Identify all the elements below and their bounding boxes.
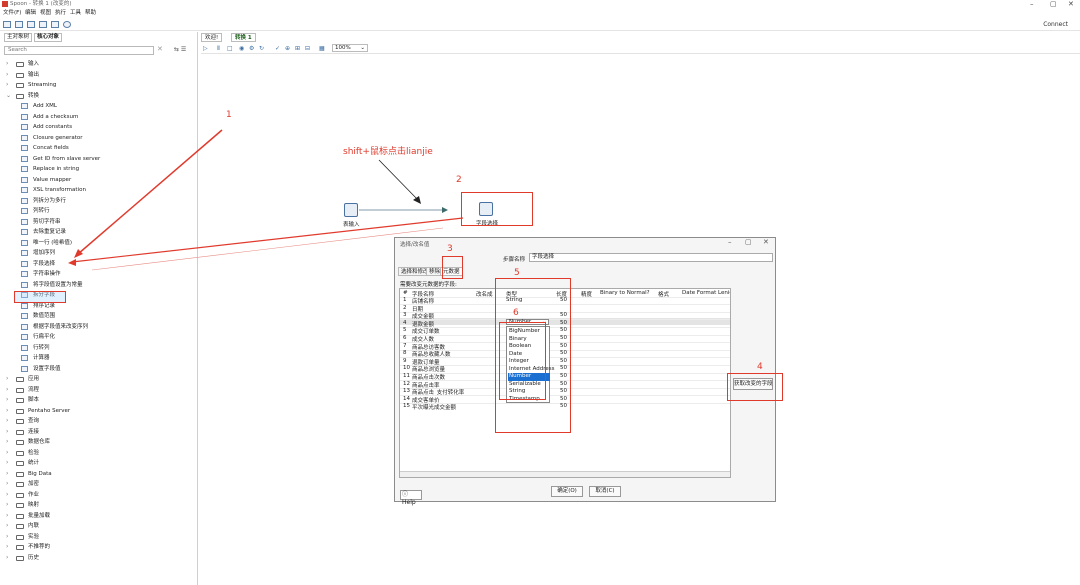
annotation-box-step — [461, 192, 533, 226]
annotation-number-3: 3 — [447, 244, 453, 254]
table-cell-n: 2 — [403, 304, 407, 311]
table-cell-n: 13 — [403, 388, 410, 395]
help-button[interactable]: ⓘ Help — [400, 490, 422, 506]
annotation-number-5: 5 — [514, 268, 520, 278]
fields-label: 需要改变元数据的字段: — [400, 282, 457, 288]
column-header: # — [403, 290, 408, 296]
annotation-number-2: 2 — [456, 175, 462, 185]
table-cell-name: 平次曝光成交金额 — [412, 405, 457, 412]
table-cell-n: 4 — [403, 319, 407, 326]
help-icon: ⓘ — [402, 491, 409, 498]
table-cell-n: 3 — [403, 312, 407, 319]
hint-arrow — [378, 159, 420, 202]
annotation-hint: shift+鼠标点击lianjie — [343, 147, 433, 157]
annotation-arrow-1 — [77, 129, 223, 255]
table-cell-n: 8 — [403, 350, 407, 357]
table-cell-n: 12 — [403, 380, 410, 387]
hop-arrowhead — [442, 207, 448, 213]
horizontal-scrollbar[interactable] — [400, 471, 730, 477]
dialog-close-button[interactable]: ✕ — [763, 238, 769, 246]
dialog-minimize-button[interactable]: – — [728, 238, 732, 246]
annotation-box-metadata-tab — [442, 256, 463, 279]
column-header: Binary to Normal? — [600, 290, 650, 296]
table-cell-n: 14 — [403, 395, 410, 402]
hint-arrowhead — [413, 196, 421, 204]
table-cell-n: 11 — [403, 373, 410, 379]
annotation-box-type-dropdown — [499, 322, 546, 400]
dialog-title: 选择/改名值 — [400, 242, 430, 248]
annotation-number-4: 4 — [757, 362, 763, 372]
annotation-arrowhead-2 — [68, 259, 76, 266]
step-name-input[interactable]: 字段选择 — [529, 253, 773, 262]
step-name-label: 步骤名称 — [503, 257, 526, 263]
table-cell-n: 10 — [403, 365, 410, 372]
annotation-number-1: 1 — [226, 110, 232, 120]
annotation-number-6: 6 — [513, 308, 519, 318]
table-cell-n: 6 — [403, 335, 407, 341]
help-label: Help — [402, 499, 416, 506]
table-cell-n: 1 — [403, 297, 407, 303]
table-cell-n: 7 — [403, 342, 407, 349]
annotation-line-faint — [91, 227, 444, 271]
dialog-maximize-button[interactable]: ▢ — [745, 238, 752, 246]
table-cell-n: 15 — [403, 403, 410, 410]
annotation-box-get-fields — [727, 373, 783, 401]
table-cell-n: 9 — [403, 357, 407, 364]
cancel-button[interactable]: 取消(C) — [589, 486, 621, 497]
ok-button[interactable]: 确定(O) — [551, 486, 583, 497]
table-cell-n: 5 — [403, 327, 407, 334]
column-header: Date Format Lenient? — [682, 290, 730, 296]
